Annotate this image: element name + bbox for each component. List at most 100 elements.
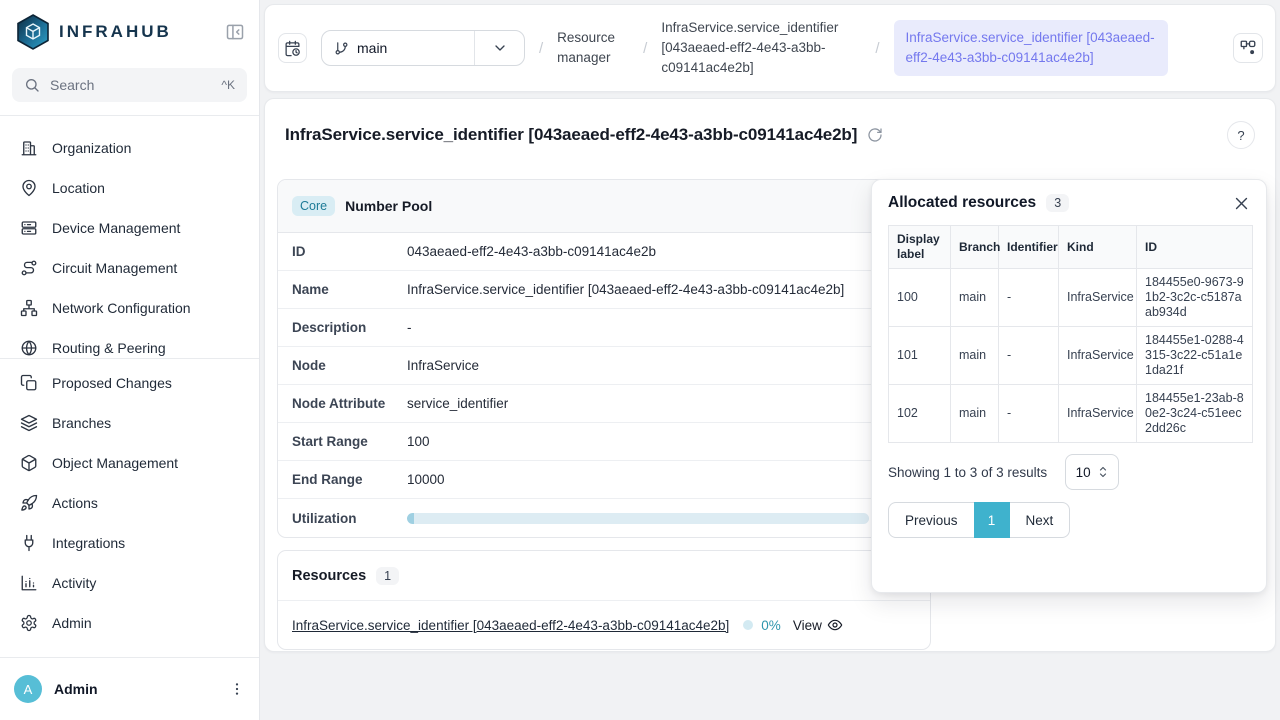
- pagination: Previous 1 Next: [888, 502, 1250, 538]
- table-header-row: Display label Branch Identifier Kind ID: [889, 226, 1253, 269]
- allocated-resources-panel: Allocated resources 3 Display label Bran…: [871, 179, 1267, 593]
- help-button[interactable]: ?: [1227, 121, 1255, 149]
- related-nodes-button[interactable]: [1233, 33, 1263, 63]
- panel-collapse-icon: [225, 22, 245, 42]
- rocket-icon: [20, 494, 38, 512]
- detail-value: -: [407, 320, 412, 335]
- box-icon: [20, 454, 38, 472]
- breadcrumb-current[interactable]: InfraService.service_identifier [043aeae…: [894, 20, 1168, 76]
- infrahub-logo-icon: [16, 14, 50, 50]
- core-badge: Core: [292, 196, 335, 216]
- cell-identifier: -: [999, 327, 1059, 385]
- detail-row-utilization: Utilization: [278, 499, 930, 537]
- building-icon: [20, 139, 38, 157]
- column-header: Identifier: [999, 226, 1059, 269]
- sidebar-item-location[interactable]: Location: [8, 168, 251, 208]
- results-summary: Showing 1 to 3 of 3 results: [888, 465, 1047, 480]
- bar-chart-icon: [20, 574, 38, 592]
- breadcrumb-separator: /: [875, 40, 879, 57]
- allocated-resources-table: Display label Branch Identifier Kind ID …: [888, 225, 1253, 443]
- sidebar-item-circuit-management[interactable]: Circuit Management: [8, 248, 251, 288]
- view-resource-button[interactable]: View: [793, 617, 843, 633]
- branch-dropdown-toggle[interactable]: [474, 31, 524, 65]
- sidebar-item-label: Circuit Management: [52, 260, 177, 276]
- breadcrumb-separator: /: [539, 40, 543, 57]
- sidebar-item-routing-peering[interactable]: Routing & Peering: [8, 328, 251, 358]
- breadcrumb-pool[interactable]: InfraService.service_identifier [043aeae…: [661, 18, 861, 78]
- breadcrumb-resource-manager[interactable]: Resource manager: [557, 28, 629, 68]
- sidebar-item-activity[interactable]: Activity: [8, 563, 251, 603]
- sidebar-item-branches[interactable]: Branches: [8, 403, 251, 443]
- detail-row-description: Description -: [278, 309, 930, 347]
- cell-kind: InfraService: [1059, 269, 1137, 327]
- detail-value: InfraService: [407, 358, 479, 373]
- cell-branch: main: [951, 385, 999, 443]
- branch-selector[interactable]: main: [321, 30, 525, 66]
- page-content: InfraService.service_identifier [043aeae…: [264, 98, 1276, 652]
- sidebar-item-organization[interactable]: Organization: [8, 128, 251, 168]
- sidebar-collapse-button[interactable]: [225, 22, 245, 42]
- detail-value: 100: [407, 434, 430, 449]
- select-stepper-icon: [1097, 465, 1109, 479]
- resource-link[interactable]: InfraService.service_identifier [043aeae…: [292, 618, 729, 633]
- table-row[interactable]: 102 main - InfraService 184455e1-23ab-80…: [889, 385, 1253, 443]
- sidebar-item-label: Network Configuration: [52, 300, 191, 316]
- sidebar-item-admin[interactable]: Admin: [8, 603, 251, 643]
- cell-id: 184455e1-0288-4315-3c22-c51a1e1da21f: [1137, 327, 1253, 385]
- sidebar-item-proposed-changes[interactable]: Proposed Changes: [8, 363, 251, 403]
- close-panel-button[interactable]: [1233, 195, 1250, 212]
- page-size-select[interactable]: 10: [1065, 454, 1119, 490]
- cell-display-label: 100: [889, 269, 951, 327]
- eye-icon: [827, 617, 843, 633]
- detail-value: service_identifier: [407, 396, 508, 411]
- page-1-button[interactable]: 1: [974, 502, 1010, 538]
- sidebar-item-label: Object Management: [52, 455, 178, 471]
- view-label: View: [793, 618, 822, 633]
- table-row[interactable]: 101 main - InfraService 184455e1-0288-43…: [889, 327, 1253, 385]
- sidebar-item-actions[interactable]: Actions: [8, 483, 251, 523]
- refresh-icon: [867, 127, 883, 143]
- detail-row-start-range: Start Range 100: [278, 423, 930, 461]
- brand-logo[interactable]: INFRAHUB: [16, 14, 225, 50]
- search-input[interactable]: Search ^K: [12, 68, 247, 102]
- sidebar-item-label: Actions: [52, 495, 98, 511]
- refresh-button[interactable]: [867, 127, 883, 143]
- sidebar-item-integrations[interactable]: Integrations: [8, 523, 251, 563]
- cell-id: 184455e1-23ab-80e2-3c24-c51eec2dd26c: [1137, 385, 1253, 443]
- table-row[interactable]: 100 main - InfraService 184455e0-9673-91…: [889, 269, 1253, 327]
- detail-row-end-range: End Range 10000: [278, 461, 930, 499]
- cell-display-label: 102: [889, 385, 951, 443]
- resources-header: Resources 1: [278, 551, 930, 601]
- user-menu-button[interactable]: [229, 681, 245, 697]
- kebab-menu-icon: [229, 681, 245, 697]
- detail-label: Name: [292, 282, 407, 297]
- resources-card: Resources 1 InfraService.service_identif…: [277, 550, 931, 650]
- page-size-value: 10: [1076, 465, 1091, 480]
- sidebar-item-object-management[interactable]: Object Management: [8, 443, 251, 483]
- cell-display-label: 101: [889, 327, 951, 385]
- sidebar-item-network-configuration[interactable]: Network Configuration: [8, 288, 251, 328]
- panel-count-badge: 3: [1046, 194, 1069, 212]
- previous-page-button[interactable]: Previous: [888, 502, 975, 538]
- column-header: Display label: [889, 226, 951, 269]
- column-header: Kind: [1059, 226, 1137, 269]
- pagination-summary-row: Showing 1 to 3 of 3 results 10: [888, 454, 1250, 490]
- next-page-button[interactable]: Next: [1009, 502, 1071, 538]
- time-travel-button[interactable]: [278, 33, 307, 63]
- detail-value: 043aeaed-eff2-4e43-a3bb-c09141ac4e2b: [407, 244, 656, 259]
- number-pool-card: Core Number Pool ID 043aeaed-eff2-4e43-a…: [277, 179, 931, 538]
- object-type-label: Number Pool: [345, 198, 432, 214]
- detail-label: Node: [292, 358, 407, 373]
- sidebar-item-device-management[interactable]: Device Management: [8, 208, 251, 248]
- branch-selected: main: [322, 40, 474, 56]
- user-menu[interactable]: A Admin: [0, 657, 259, 720]
- detail-value: InfraService.service_identifier [043aeae…: [407, 282, 844, 297]
- sidebar-nav-schema: Organization Location Device Management …: [0, 116, 259, 358]
- detail-label: Utilization: [292, 511, 407, 526]
- cell-branch: main: [951, 327, 999, 385]
- number-pool-card-header: Core Number Pool: [278, 180, 930, 233]
- cell-branch: main: [951, 269, 999, 327]
- brand-name: INFRAHUB: [59, 22, 172, 42]
- cell-identifier: -: [999, 385, 1059, 443]
- plug-icon: [20, 534, 38, 552]
